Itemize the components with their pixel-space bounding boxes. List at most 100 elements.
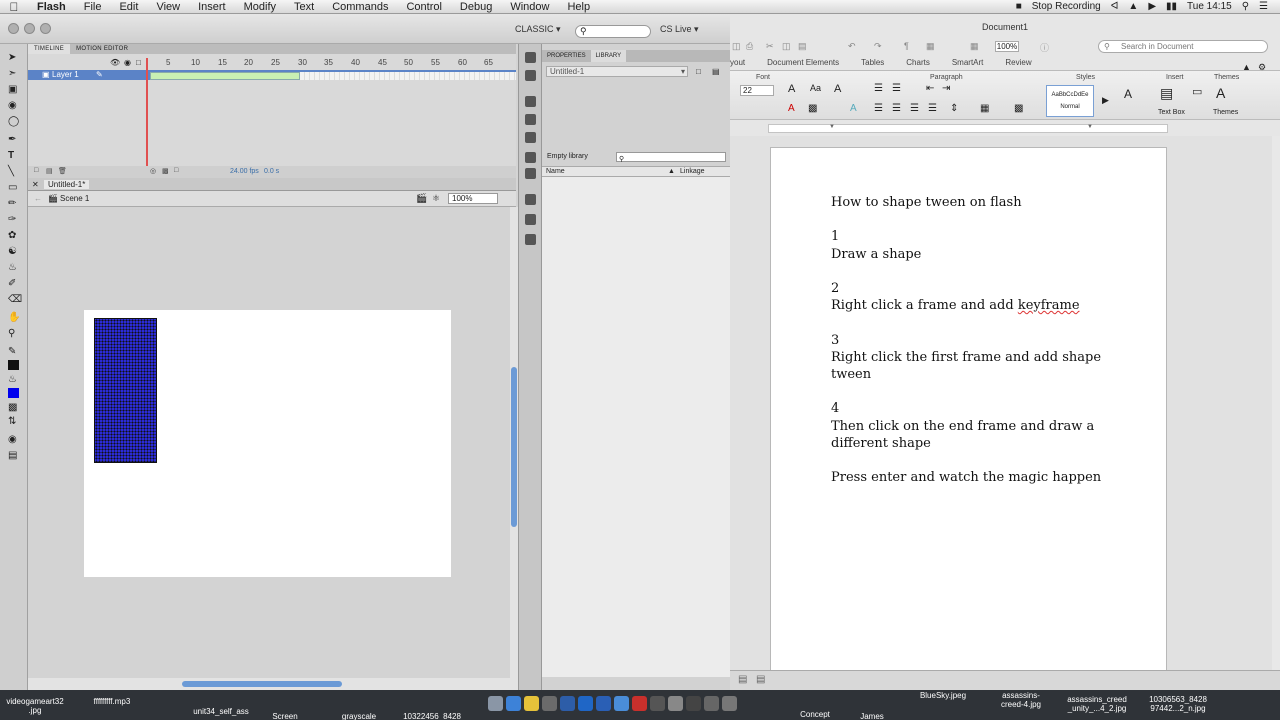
onion-outline-icon[interactable]: □	[174, 167, 178, 174]
stop-recording-button[interactable]: Stop Recording	[1032, 1, 1101, 12]
desktop-file[interactable]: 10306563_8428 97442...2_n.jpg	[1138, 695, 1218, 713]
print-icon[interactable]: ⎙	[746, 41, 753, 52]
indent-marker-icon[interactable]: ▼	[829, 124, 835, 130]
edit-scene-icon[interactable]: 🎬	[416, 193, 427, 204]
fill-color-swatch[interactable]	[8, 388, 19, 398]
actions-panel-icon[interactable]	[525, 194, 536, 205]
back-arrow-icon[interactable]: ←	[34, 194, 42, 203]
desktop-file[interactable]: James	[848, 712, 896, 720]
close-window-button[interactable]	[8, 23, 19, 34]
eraser-tool-icon[interactable]: ⌫	[8, 294, 22, 306]
cs-live-button[interactable]: CS Live ▾	[660, 24, 699, 35]
menu-edit[interactable]: Edit	[110, 1, 147, 13]
line-spacing-icon[interactable]: ⇕	[950, 103, 958, 114]
battery-icon[interactable]: ▮▮	[1166, 1, 1177, 12]
draft-view-icon[interactable]: ▤	[738, 674, 747, 685]
help-search-input[interactable]: ⚲	[575, 25, 651, 38]
copy-icon[interactable]: ◫	[782, 41, 791, 52]
edit-symbols-icon[interactable]: ⚛	[432, 193, 440, 204]
scene-label[interactable]: Scene 1	[60, 194, 89, 203]
increase-indent-icon[interactable]: ⇥	[942, 83, 950, 94]
outline-icon[interactable]: □	[136, 58, 141, 67]
transform-panel-icon[interactable]	[525, 132, 536, 143]
pin-library-icon[interactable]: □	[696, 67, 701, 76]
blue-rectangle-shape[interactable]	[94, 318, 157, 463]
word-zoom[interactable]: 100%	[995, 41, 1019, 52]
new-layer-icon[interactable]: □	[34, 167, 38, 174]
text-effects-icon[interactable]: A	[834, 83, 841, 95]
styles-more-icon[interactable]: ▶	[1102, 95, 1109, 106]
tab-properties[interactable]: PROPERTIES	[542, 53, 591, 59]
word-vertical-scrollbar[interactable]	[1272, 136, 1280, 690]
zoom-window-button[interactable]	[40, 23, 51, 34]
align-center-icon[interactable]: ☰	[892, 103, 901, 114]
stage-horizontal-scrollbar[interactable]	[28, 678, 510, 690]
themes-label[interactable]: Themes	[1213, 109, 1238, 116]
minimize-window-button[interactable]	[24, 23, 35, 34]
bullets-icon[interactable]: ☰	[874, 83, 883, 94]
safari-icon[interactable]	[506, 696, 521, 711]
text-tool-icon[interactable]: T	[8, 150, 20, 162]
view-icon[interactable]: ▦	[970, 41, 979, 52]
change-case-icon[interactable]: Aa	[810, 83, 821, 93]
desktop-file[interactable]: fffffffff.mp3	[82, 697, 142, 706]
library-document-select[interactable]: Untitled-1 ▾	[546, 66, 688, 77]
desktop-file[interactable]: assassins_creed _unity_...4_2.jpg	[1056, 695, 1138, 713]
print-layout-icon[interactable]: ▤	[756, 674, 765, 685]
cut-icon[interactable]: ✂	[766, 41, 774, 52]
text-box-icon[interactable]: ▤	[1160, 85, 1173, 102]
swap-colors-icon[interactable]: ⇅	[8, 416, 20, 428]
smooth-option-icon[interactable]: ▤	[8, 450, 20, 462]
stage-vertical-scrollbar[interactable]	[510, 207, 518, 690]
lock-icon[interactable]: ◉	[124, 58, 131, 67]
library-search-input[interactable]: ⚲	[616, 152, 726, 163]
desktop-file[interactable]: BlueSky.jpeg	[912, 691, 974, 700]
menu-debug[interactable]: Debug	[451, 1, 501, 13]
document-body[interactable]: How to shape tween on flash 1 Draw a sha…	[831, 194, 1131, 486]
text-box-label[interactable]: Text Box	[1158, 109, 1185, 116]
paint-bucket-tool-icon[interactable]: ♨	[8, 262, 20, 274]
notes-icon[interactable]	[668, 696, 683, 711]
shading-icon[interactable]: ▩	[1014, 103, 1023, 114]
rectangle-tool-icon[interactable]: ▭	[8, 182, 20, 194]
stickies-icon[interactable]	[650, 696, 665, 711]
new-folder-icon[interactable]: ▤	[46, 167, 53, 175]
menu-app-flash[interactable]: Flash	[28, 1, 75, 13]
themes-icon[interactable]: A	[1216, 85, 1225, 101]
spotlight-icon[interactable]: ⚲	[1242, 1, 1249, 12]
onion-skin-icon[interactable]: ▩	[162, 167, 169, 175]
ribbon-collapse-icon[interactable]: ▲	[1242, 62, 1251, 72]
menu-control[interactable]: Control	[397, 1, 450, 13]
3d-rotation-tool-icon[interactable]: ◉	[8, 100, 20, 112]
document-tab[interactable]: Untitled-1*	[44, 180, 90, 189]
bluetooth-icon[interactable]: ᐊ	[1111, 1, 1119, 12]
fill-bucket-icon[interactable]: ♨	[8, 374, 20, 386]
sidebar-icon[interactable]: ▦	[926, 41, 935, 52]
swatches-panel-icon[interactable]	[525, 70, 536, 81]
desktop-file[interactable]: unit34_self_ass	[184, 707, 258, 716]
columns-icon[interactable]: ▦	[980, 103, 989, 114]
library-list[interactable]	[542, 177, 730, 677]
clear-formatting-icon[interactable]: A	[788, 83, 795, 95]
subselection-tool-icon[interactable]: ➣	[8, 68, 20, 80]
notifications-icon[interactable]: ☰	[1259, 1, 1268, 12]
menu-help[interactable]: Help	[558, 1, 599, 13]
tab-document-elements[interactable]: Document Elements	[767, 58, 839, 70]
tab-library[interactable]: LIBRARY	[590, 50, 627, 62]
highlight-icon[interactable]: ▩	[808, 103, 817, 114]
tab-smartart[interactable]: SmartArt	[952, 58, 984, 70]
style-normal[interactable]: AaBbCcDdEe Normal	[1046, 85, 1094, 117]
misspelled-word[interactable]: keyframe	[1018, 298, 1080, 313]
bone-tool-icon[interactable]: ☯	[8, 246, 20, 258]
downloads-icon[interactable]	[704, 696, 719, 711]
brush-tool-icon[interactable]: ✑	[8, 214, 20, 226]
menu-text[interactable]: Text	[285, 1, 323, 13]
frame-rate[interactable]: 24.00 fps	[230, 168, 259, 175]
paste-icon[interactable]: ▤	[798, 41, 807, 52]
font-color-icon[interactable]: A	[788, 103, 795, 114]
photoshop-icon[interactable]	[560, 696, 575, 711]
pen-tool-icon[interactable]: ✒	[8, 134, 20, 146]
justify-icon[interactable]: ☰	[928, 103, 937, 114]
menu-file[interactable]: File	[75, 1, 111, 13]
stroke-color-icon[interactable]: ✎	[8, 346, 20, 358]
